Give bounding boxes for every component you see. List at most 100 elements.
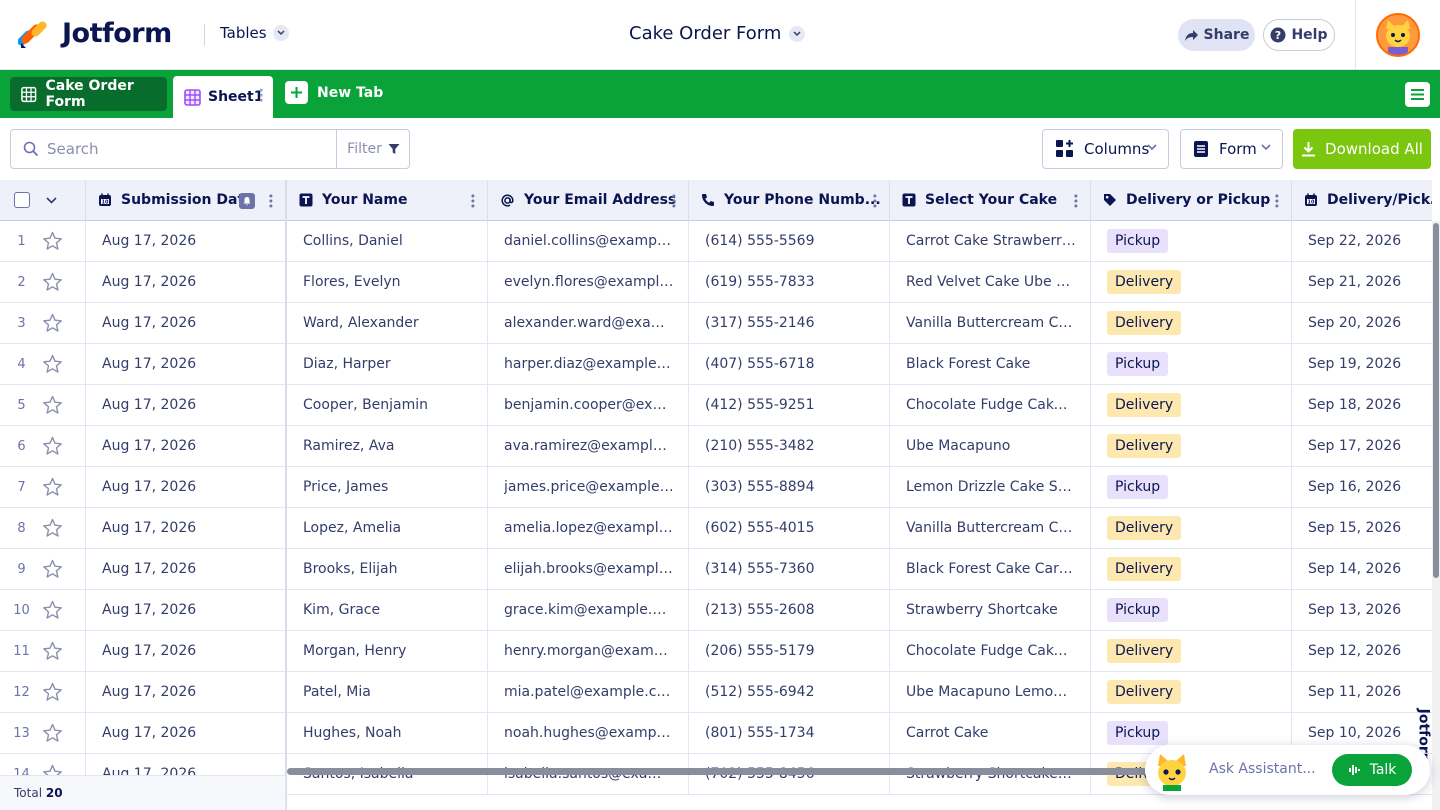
table-cell-cake[interactable]: Chocolate Fudge Cake ...: [890, 385, 1091, 425]
tab-sheet1[interactable]: Sheet1 · · ·: [173, 76, 273, 118]
table-cell-name[interactable]: Kim, Grace: [287, 590, 488, 630]
table-cell-email[interactable]: ava.ramirez@example.c...: [488, 426, 689, 466]
column-header[interactable]: Your Name ● ● ●: [287, 180, 488, 221]
table-cell-name[interactable]: Morgan, Henry: [287, 631, 488, 671]
star-icon[interactable]: [42, 600, 63, 624]
table-cell-method[interactable]: Delivery: [1091, 303, 1292, 343]
table-cell-date[interactable]: Aug 17, 2026: [86, 549, 286, 589]
table-row[interactable]: 4 Aug 17, 2026 Diaz, Harper harper.diaz@exa…: [0, 344, 1432, 385]
table-cell-name[interactable]: Ward, Alexander: [287, 303, 488, 343]
table-cell-phone[interactable]: (512) 555-6942: [689, 672, 890, 712]
jotform-logo[interactable]: Jotform: [18, 16, 172, 50]
table-cell-email[interactable]: amelia.lopez@example.c...: [488, 508, 689, 548]
table-row[interactable]: 9 Aug 17, 2026 Brooks, Elijah elijah.brooks…: [0, 549, 1432, 590]
star-icon[interactable]: [42, 272, 63, 296]
star-icon[interactable]: [42, 354, 63, 378]
form-button[interactable]: Form: [1180, 129, 1283, 169]
table-cell-method[interactable]: Delivery: [1091, 549, 1292, 589]
column-header[interactable]: 10 Submission Date ● ● ●: [86, 180, 286, 221]
column-options-icon[interactable]: ● ● ●: [269, 193, 273, 208]
table-cell-pickup-date[interactable]: Sep 22, 2026: [1292, 221, 1432, 261]
table-row[interactable]: 10 Aug 17, 2026 Kim, Grace grace.kim@exampl…: [0, 590, 1432, 631]
table-cell-method[interactable]: Delivery: [1091, 631, 1292, 671]
table-cell-pickup-date[interactable]: Sep 18, 2026: [1292, 385, 1432, 425]
ask-assistant-placeholder[interactable]: Ask Assistant...: [1209, 761, 1316, 777]
select-all-checkbox[interactable]: [14, 192, 30, 208]
table-cell-cake[interactable]: Vanilla Buttercream Cak...: [890, 508, 1091, 548]
table-cell-method[interactable]: Pickup: [1091, 344, 1292, 384]
download-all-button[interactable]: Download All: [1293, 129, 1431, 169]
column-header[interactable]: 10 Delivery/Pickup ...: [1292, 180, 1432, 221]
table-cell-name[interactable]: Patel, Mia: [287, 672, 488, 712]
table-row[interactable]: 5 Aug 17, 2026 Cooper, Benjamin benjamin.co…: [0, 385, 1432, 426]
table-cell-method[interactable]: Delivery: [1091, 672, 1292, 712]
table-cell-cake[interactable]: Black Forest Cake: [890, 344, 1091, 384]
table-cell-phone[interactable]: (314) 555-7360: [689, 549, 890, 589]
table-cell-method[interactable]: Pickup: [1091, 590, 1292, 630]
table-cell-phone[interactable]: (801) 555-1734: [689, 713, 890, 753]
column-options-icon[interactable]: ● ● ●: [1275, 193, 1279, 208]
table-cell-cake[interactable]: Carrot Cake Strawberry ...: [890, 221, 1091, 261]
star-icon[interactable]: [42, 231, 63, 255]
table-cell-email[interactable]: alexander.ward@exampl...: [488, 303, 689, 343]
table-cell-name[interactable]: Diaz, Harper: [287, 344, 488, 384]
table-cell-name[interactable]: Hughes, Noah: [287, 713, 488, 753]
table-cell-date[interactable]: Aug 17, 2026: [86, 631, 286, 671]
table-cell-date[interactable]: Aug 17, 2026: [86, 713, 286, 753]
table-cell-phone[interactable]: (602) 555-4015: [689, 508, 890, 548]
table-cell-pickup-date[interactable]: Sep 17, 2026: [1292, 426, 1432, 466]
table-cell-cake[interactable]: Ube Macapuno Lemon ...: [890, 672, 1091, 712]
table-cell-phone[interactable]: (213) 555-2608: [689, 590, 890, 630]
table-row[interactable]: 1 Aug 17, 2026 Collins, Daniel daniel.colli…: [0, 221, 1432, 262]
table-cell-email[interactable]: henry.morgan@example....: [488, 631, 689, 671]
pin-icon[interactable]: [239, 193, 255, 209]
table-cell-method[interactable]: Delivery: [1091, 385, 1292, 425]
help-button[interactable]: ? Help: [1263, 19, 1335, 51]
table-cell-pickup-date[interactable]: Sep 11, 2026: [1292, 672, 1432, 712]
vertical-scrollbar[interactable]: [1433, 223, 1439, 578]
table-row[interactable]: 3 Aug 17, 2026 Ward, Alexander alexander.wa…: [0, 303, 1432, 344]
table-row[interactable]: 12 Aug 17, 2026 Patel, Mia mia.patel@exampl…: [0, 672, 1432, 713]
star-icon[interactable]: [42, 559, 63, 583]
table-row[interactable]: 7 Aug 17, 2026 Price, James james.price@exa…: [0, 467, 1432, 508]
table-cell-date[interactable]: Aug 17, 2026: [86, 467, 286, 507]
table-cell-cake[interactable]: Black Forest Cake Carro...: [890, 549, 1091, 589]
star-icon[interactable]: [42, 395, 63, 419]
table-cell-name[interactable]: Brooks, Elijah: [287, 549, 488, 589]
table-cell-cake[interactable]: Carrot Cake: [890, 713, 1091, 753]
horizontal-scrollbar[interactable]: [287, 768, 1147, 775]
star-icon[interactable]: [42, 641, 63, 665]
table-cell-email[interactable]: mia.patel@example.com: [488, 672, 689, 712]
table-cell-method[interactable]: Delivery: [1091, 508, 1292, 548]
filter-button[interactable]: Filter: [336, 130, 410, 168]
table-cell-pickup-date[interactable]: Sep 19, 2026: [1292, 344, 1432, 384]
chevron-down-icon[interactable]: [46, 196, 57, 204]
table-cell-email[interactable]: harper.diaz@example.com: [488, 344, 689, 384]
table-cell-email[interactable]: noah.hughes@example....: [488, 713, 689, 753]
column-options-icon[interactable]: ● ● ●: [873, 193, 877, 208]
table-cell-date[interactable]: Aug 17, 2026: [86, 221, 286, 261]
table-cell-cake[interactable]: Chocolate Fudge Cake ...: [890, 631, 1091, 671]
column-header[interactable]: Select Your Cake ● ● ●: [890, 180, 1091, 221]
star-icon[interactable]: [42, 477, 63, 501]
column-header[interactable]: Your Phone Numb... ● ● ●: [689, 180, 890, 221]
table-cell-name[interactable]: Price, James: [287, 467, 488, 507]
form-title-dropdown[interactable]: Cake Order Form: [629, 23, 806, 44]
assistant-widget[interactable]: Ask Assistant... Talk: [1145, 745, 1430, 795]
column-options-icon[interactable]: ● ● ●: [672, 193, 676, 208]
star-icon[interactable]: [42, 313, 63, 337]
table-cell-date[interactable]: Aug 17, 2026: [86, 303, 286, 343]
star-icon[interactable]: [42, 436, 63, 460]
table-cell-cake[interactable]: Ube Macapuno: [890, 426, 1091, 466]
table-cell-pickup-date[interactable]: Sep 21, 2026: [1292, 262, 1432, 302]
table-cell-date[interactable]: Aug 17, 2026: [86, 344, 286, 384]
menu-button[interactable]: [1405, 82, 1430, 107]
table-cell-date[interactable]: Aug 17, 2026: [86, 508, 286, 548]
table-cell-pickup-date[interactable]: Sep 13, 2026: [1292, 590, 1432, 630]
table-cell-phone[interactable]: (317) 555-2146: [689, 303, 890, 343]
table-cell-name[interactable]: Cooper, Benjamin: [287, 385, 488, 425]
table-cell-cake[interactable]: Strawberry Shortcake: [890, 590, 1091, 630]
table-cell-phone[interactable]: (303) 555-8894: [689, 467, 890, 507]
table-cell-email[interactable]: james.price@example.c...: [488, 467, 689, 507]
table-cell-name[interactable]: Lopez, Amelia: [287, 508, 488, 548]
